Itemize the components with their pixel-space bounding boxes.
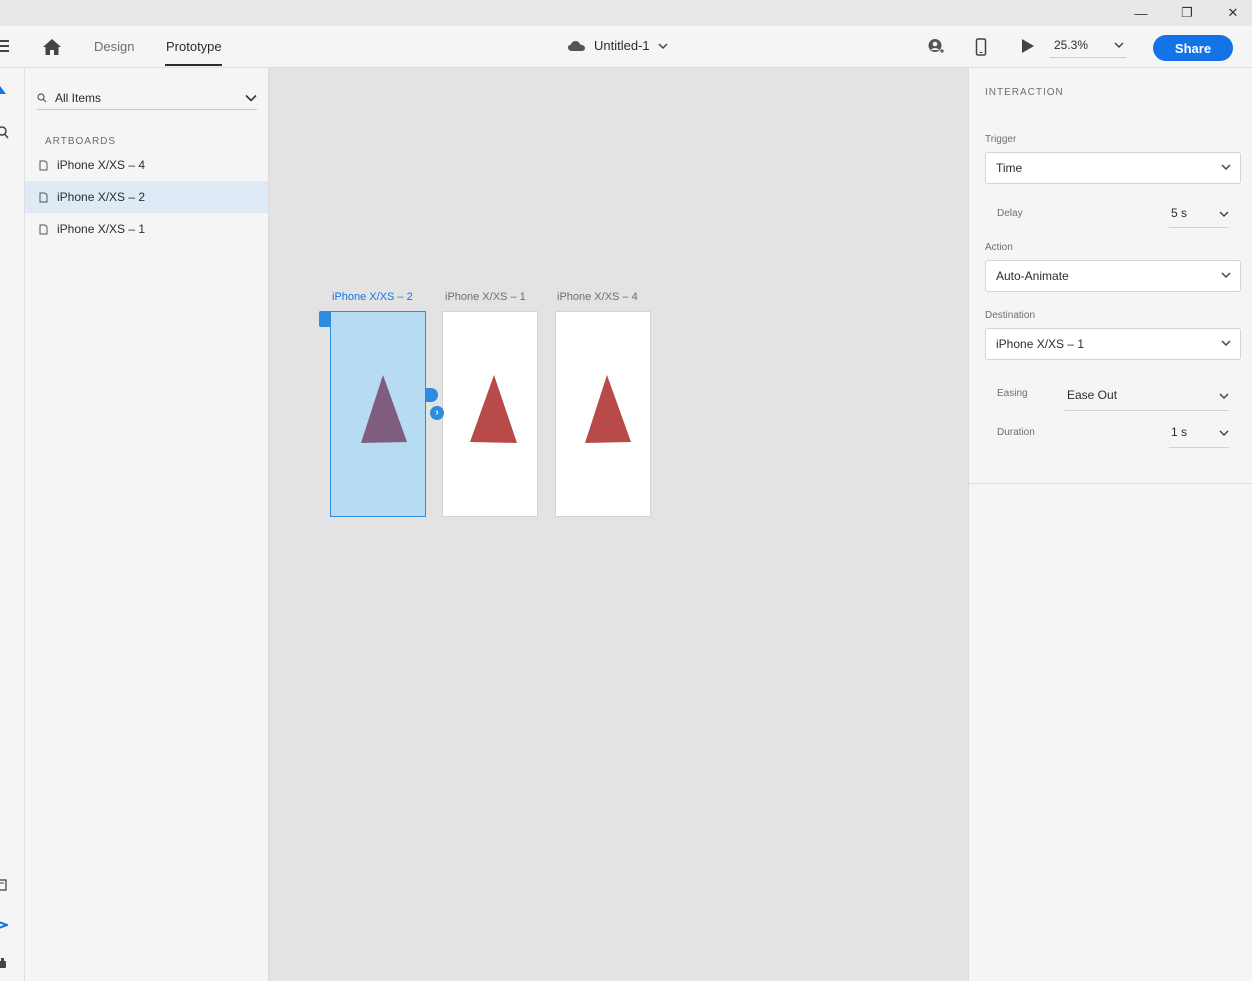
invite-user-icon[interactable] (927, 38, 945, 56)
layer-item-iphone-4[interactable]: iPhone X/XS – 4 (25, 149, 268, 181)
layers-panel: All Items ARTBOARDS iPhone X/XS – 4 iPho… (25, 68, 269, 981)
duration-value[interactable]: 1 s (1171, 425, 1187, 439)
left-tool-rail (0, 68, 25, 981)
chevron-down-icon (658, 42, 668, 49)
chevron-down-icon (1221, 272, 1231, 279)
tab-prototype[interactable]: Prototype (166, 39, 222, 54)
action-label: Action (985, 242, 1013, 253)
delay-value[interactable]: 5 s (1171, 206, 1187, 220)
destination-dropdown[interactable]: iPhone X/XS – 1 (985, 328, 1241, 360)
triangle-shape[interactable] (556, 312, 652, 518)
triangle-path (470, 375, 517, 443)
easing-label: Easing (997, 388, 1028, 399)
triangle-path (361, 375, 407, 443)
title-bar: — ❐ ✕ (0, 0, 1252, 26)
restore-button[interactable]: ❐ (1164, 0, 1210, 26)
delay-underline (1169, 227, 1229, 228)
easing-chevron-down-icon[interactable] (1219, 392, 1229, 400)
zoom-chevron-down-icon[interactable] (1114, 41, 1124, 49)
artboard-label-iphone-4[interactable]: iPhone X/XS – 4 (557, 291, 638, 303)
artboard-iphone-4[interactable] (555, 311, 651, 517)
document-assets-icon[interactable] (0, 879, 8, 891)
duration-chevron-down-icon[interactable] (1219, 429, 1229, 437)
tab-design[interactable]: Design (94, 39, 134, 54)
triangle-path (585, 375, 631, 443)
layer-item-label: iPhone X/XS – 2 (57, 190, 146, 204)
artboard-icon (39, 160, 48, 170)
layers-icon[interactable] (0, 918, 8, 932)
plugins-icon[interactable] (0, 958, 8, 970)
chevron-down-icon (1221, 340, 1231, 347)
document-title-menu[interactable]: Untitled-1 (567, 38, 668, 53)
easing-row: Easing Ease Out (985, 382, 1241, 411)
wire-arrow-icon[interactable]: › (430, 406, 444, 420)
action-dropdown[interactable]: Auto-Animate (985, 260, 1241, 292)
destination-value: iPhone X/XS – 1 (996, 337, 1085, 351)
menu-icon[interactable] (0, 40, 10, 52)
chevron-down-icon (1221, 164, 1231, 171)
triangle-shape[interactable] (331, 312, 427, 518)
trigger-label: Trigger (985, 134, 1017, 145)
minimize-button[interactable]: — (1118, 0, 1164, 26)
share-button[interactable]: Share (1153, 35, 1233, 61)
prototype-wire-handle[interactable] (425, 388, 438, 402)
layer-item-iphone-2[interactable]: iPhone X/XS – 2 (25, 181, 268, 213)
search-tool-icon[interactable] (0, 126, 9, 140)
destination-label: Destination (985, 310, 1036, 321)
filter-chevron-down-icon[interactable] (245, 94, 257, 102)
property-inspector: INTERACTION Trigger Time Delay 5 s Actio… (968, 68, 1252, 981)
search-input[interactable]: All Items (55, 91, 245, 105)
duration-underline (1169, 447, 1229, 448)
home-icon[interactable] (40, 36, 64, 58)
delay-row: Delay 5 s (985, 200, 1241, 228)
select-tool-icon[interactable] (0, 84, 8, 96)
design-canvas[interactable]: iPhone X/XS – 2 iPhone X/XS – 1 iPhone X… (269, 68, 968, 981)
easing-value[interactable]: Ease Out (1067, 388, 1117, 402)
device-preview-icon[interactable] (975, 38, 987, 56)
artboards-section-label: ARTBOARDS (45, 136, 117, 147)
app-toolbar: Design Prototype Untitled-1 25.3% Share (0, 26, 1252, 68)
duration-row: Duration 1 s (985, 420, 1241, 448)
interaction-section: INTERACTION Trigger Time Delay 5 s Actio… (969, 68, 1252, 484)
artboard-label-iphone-1[interactable]: iPhone X/XS – 1 (445, 291, 526, 303)
search-icon (37, 92, 47, 102)
close-button[interactable]: ✕ (1210, 0, 1252, 26)
duration-label: Duration (997, 427, 1035, 438)
cloud-icon (568, 40, 585, 51)
zoom-level[interactable]: 25.3% (1054, 38, 1088, 52)
play-icon[interactable] (1021, 38, 1035, 54)
delay-label: Delay (997, 208, 1023, 219)
home-artboard-flag[interactable] (319, 311, 330, 327)
active-tab-indicator (165, 64, 222, 66)
easing-underline (1065, 410, 1229, 411)
layer-item-label: iPhone X/XS – 1 (57, 222, 146, 236)
artboard-iphone-2[interactable] (330, 311, 426, 517)
delay-chevron-down-icon[interactable] (1219, 210, 1229, 218)
trigger-dropdown[interactable]: Time (985, 152, 1241, 184)
trigger-value: Time (996, 161, 1023, 175)
zoom-underline (1050, 57, 1126, 58)
layer-item-iphone-1[interactable]: iPhone X/XS – 1 (25, 213, 268, 245)
action-value: Auto-Animate (996, 269, 1069, 283)
artboard-iphone-1[interactable] (442, 311, 538, 517)
layer-item-label: iPhone X/XS – 4 (57, 158, 146, 172)
layers-search[interactable]: All Items (37, 86, 257, 110)
document-title: Untitled-1 (594, 38, 650, 53)
interaction-title: INTERACTION (985, 87, 1064, 98)
artboard-icon (39, 192, 48, 202)
artboard-label-iphone-2[interactable]: iPhone X/XS – 2 (332, 291, 413, 303)
artboard-icon (39, 224, 48, 234)
triangle-shape[interactable] (443, 312, 539, 518)
